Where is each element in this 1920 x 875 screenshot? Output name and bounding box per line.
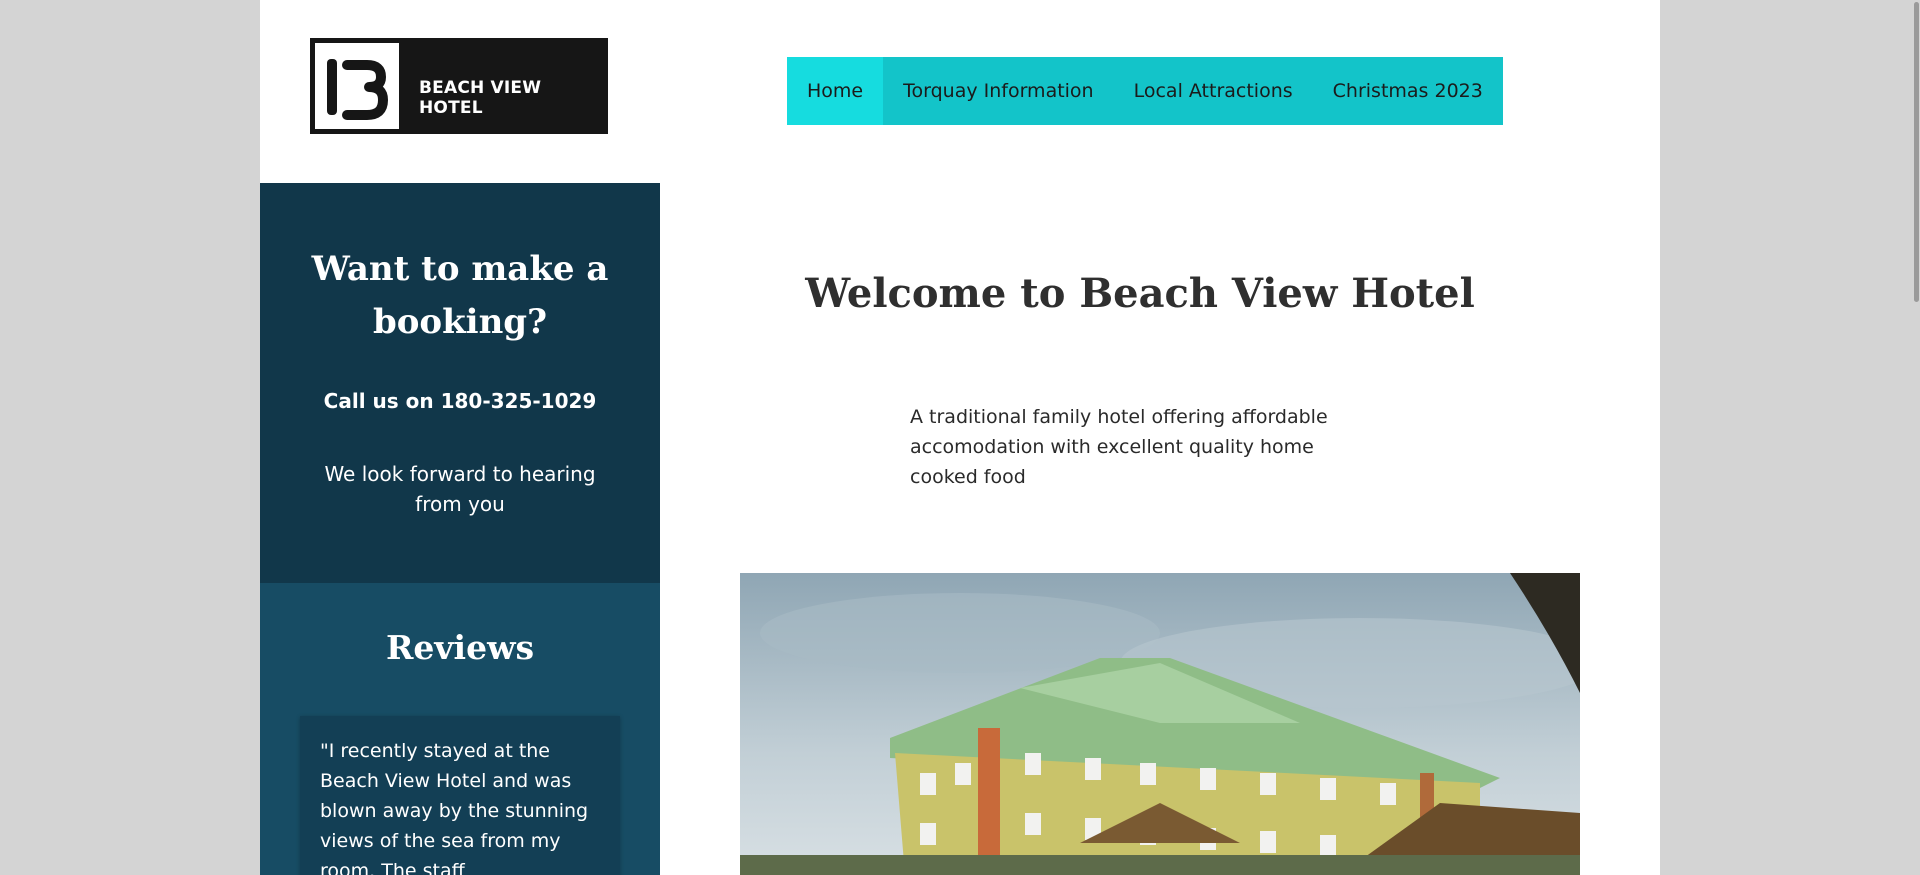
nav-item-home[interactable]: Home — [787, 57, 884, 125]
reviews-title: Reviews — [385, 628, 535, 667]
hotel-tagline: A traditional family hotel offering affo… — [910, 406, 1328, 488]
sidebar: Want to make a booking? Call us on 180-3… — [260, 183, 660, 875]
main-nav: Home Torquay Information Local Attractio… — [787, 57, 1503, 125]
hotel-photo — [740, 573, 1580, 875]
hotel-logo[interactable]: BEACH VIEW HOTEL — [310, 38, 608, 134]
logo-text: BEACH VIEW HOTEL — [419, 78, 542, 118]
reviews-panel: Reviews "I recently stayed at the Beach … — [260, 583, 660, 875]
page-container: BEACH VIEW HOTEL Home Torquay Informatio… — [260, 0, 1660, 875]
logo-mark-icon — [315, 43, 399, 129]
scrollbar-thumb[interactable] — [1914, 2, 1919, 302]
booking-panel: Want to make a booking? Call us on 180-3… — [260, 183, 660, 583]
nav-item-torquay-information[interactable]: Torquay Information — [883, 57, 1114, 125]
review-card: "I recently stayed at the Beach View Hot… — [300, 716, 620, 875]
booking-title: Want to make a booking? — [311, 249, 609, 342]
review-text: "I recently stayed at the Beach View Hot… — [320, 740, 589, 875]
nav-item-local-attractions[interactable]: Local Attractions — [1114, 57, 1313, 125]
nav-item-christmas-2023[interactable]: Christmas 2023 — [1313, 57, 1503, 125]
hear-from-you-text: We look forward to hearing from you — [324, 462, 596, 516]
scrollbar[interactable] — [1912, 0, 1920, 875]
call-us-text: Call us on 180-325-1029 — [323, 389, 597, 413]
page-title: Welcome to Beach View Hotel — [805, 270, 1475, 317]
